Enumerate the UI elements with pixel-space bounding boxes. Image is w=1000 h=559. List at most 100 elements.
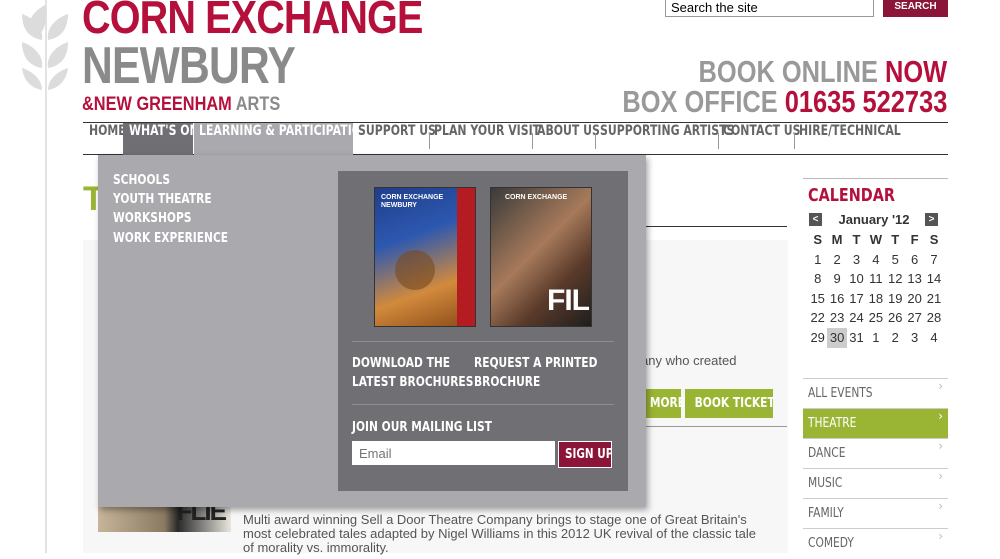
calendar-day[interactable]: 12 (886, 269, 905, 289)
category-all-events[interactable]: ALL EVENTS › (803, 378, 948, 408)
email-field[interactable] (352, 441, 555, 465)
category-label: DANCE (808, 446, 846, 461)
download-line-1: DOWNLOAD THE (352, 356, 451, 371)
calendar-month-label: January '12 (838, 212, 910, 227)
logo-newbury[interactable]: NEWBURY (82, 36, 296, 96)
calendar-day[interactable]: 29 (808, 328, 827, 348)
search-input[interactable] (665, 0, 874, 17)
category-label: ALL EVENTS (808, 386, 873, 401)
wheat-logo-icon (22, 5, 68, 90)
calendar-day[interactable]: 25 (866, 308, 885, 328)
chevron-right-icon: › (938, 379, 943, 393)
calendar-weekday-header: T (891, 232, 900, 247)
calendar-day[interactable]: 28 (924, 308, 943, 328)
box-office-number: 01635 522733 (784, 84, 947, 119)
brochure-tree (395, 250, 435, 290)
mailing-list-heading: JOIN OUR MAILING LIST (352, 420, 492, 435)
nav-hire-technical[interactable]: HIRE/TECHNICAL (795, 123, 905, 155)
logo-greenham-arts[interactable]: &NEW GREENHAM ARTS (82, 94, 280, 116)
brochure-panel: CORN EXCHANGE NEWBURY CORN EXCHANGE FILM… (338, 171, 628, 491)
brochure-b-title: CORN EXCHANGE (505, 194, 568, 201)
chevron-right-icon: › (938, 499, 943, 513)
calendar-day[interactable]: 27 (905, 308, 924, 328)
calendar-day[interactable]: 2 (886, 328, 905, 348)
box-office-phone: BOX OFFICE 01635 522733 (622, 84, 947, 120)
logo-arts: ARTS (231, 94, 281, 115)
calendar-day[interactable]: 13 (905, 269, 924, 289)
calendar-day[interactable]: 17 (847, 289, 866, 309)
dropdown-link-work-experience[interactable]: WORK EXPERIENCE (113, 231, 253, 246)
calendar-day[interactable]: 22 (808, 308, 827, 328)
calendar-day[interactable]: 18 (866, 289, 885, 309)
category-family[interactable]: FAMILY › (803, 498, 948, 528)
dropdown-link-schools[interactable]: SCHOOLS (113, 173, 183, 188)
request-line-2: BROCHURE (474, 375, 541, 390)
category-label: MUSIC (808, 476, 843, 491)
calendar-day[interactable]: 31 (847, 328, 866, 348)
calendar-day[interactable]: 9 (827, 269, 846, 289)
main-nav: HOME WHAT'S ON LEARNING & PARTICIPATION … (83, 123, 948, 155)
calendar-day[interactable]: 6 (905, 250, 924, 270)
calendar-day[interactable]: 8 (808, 269, 827, 289)
calendar-day[interactable]: 1 (866, 328, 885, 348)
logo-amp: & (82, 94, 94, 115)
calendar-day[interactable]: 10 (847, 269, 866, 289)
calendar-day[interactable]: 3 (847, 250, 866, 270)
calendar-day[interactable]: 2 (827, 250, 846, 270)
category-theatre[interactable]: THEATRE › (803, 408, 948, 438)
brochure-cover-film[interactable]: CORN EXCHANGE FILM (490, 187, 592, 327)
calendar-day[interactable]: 4 (866, 250, 885, 270)
calendar-day[interactable]: 1 (808, 250, 827, 270)
calendar-weekday-header: T (852, 232, 861, 247)
sign-up-button[interactable]: SIGN UP (558, 441, 612, 468)
brochure-cover-theatre[interactable]: CORN EXCHANGE NEWBURY (374, 187, 476, 327)
calendar-day[interactable]: 14 (924, 269, 943, 289)
calendar-next-month-button[interactable]: > (925, 213, 938, 226)
calendar-day[interactable]: 11 (866, 269, 885, 289)
calendar-day[interactable]: 3 (905, 328, 924, 348)
dropdown-divider (352, 404, 614, 405)
calendar-grid: S M T W T F S 1 2 3 4 5 6 7 8 9 10 11 12 13 14 15 16 17 18 19 20 21… (808, 230, 944, 348)
request-brochure-link[interactable]: REQUEST A PRINTED BROCHURE (474, 354, 625, 392)
calendar-day[interactable]: 15 (808, 289, 827, 309)
chevron-right-icon: › (938, 469, 943, 483)
nav-learning-participation[interactable]: LEARNING & PARTICIPATION (194, 123, 370, 155)
book-tickets-button[interactable]: BOOK TICKETS (685, 389, 773, 418)
logo-new-greenham: NEW GREENHAM (93, 94, 232, 115)
calendar-top-rule (803, 178, 948, 179)
calendar-day[interactable]: 5 (886, 250, 905, 270)
calendar-week-row: 15 16 17 18 19 20 21 (808, 289, 944, 309)
more-info-button[interactable]: MORE (646, 389, 685, 418)
calendar-weekday-row: SMTWTFS (808, 230, 944, 250)
dropdown-divider (352, 341, 614, 342)
calendar-day[interactable]: 16 (827, 289, 846, 309)
dropdown-link-youth-theatre[interactable]: YOUTH THEATRE (113, 192, 233, 207)
learning-dropdown-menu: SCHOOLS YOUTH THEATRE WORKSHOPS WORK EXP… (98, 155, 646, 507)
calendar-day[interactable]: 19 (886, 289, 905, 309)
nav-whats-on[interactable]: WHAT'S ON (123, 123, 199, 155)
nav-home[interactable]: HOME (83, 123, 126, 155)
nav-support-us[interactable]: SUPPORT US (353, 123, 436, 155)
calendar-prev-month-button[interactable]: < (809, 213, 822, 226)
calendar-day[interactable]: 30 (827, 327, 847, 348)
category-music[interactable]: MUSIC › (803, 468, 948, 498)
nav-contact-us[interactable]: CONTACT US (719, 123, 800, 155)
calendar-day[interactable]: 23 (827, 308, 846, 328)
box-office-label: BOX OFFICE (621, 84, 785, 119)
request-line-1: REQUEST A PRINTED (474, 356, 598, 371)
calendar-day[interactable]: 26 (886, 308, 905, 328)
calendar-day[interactable]: 7 (924, 250, 943, 270)
nav-plan-your-visit[interactable]: PLAN YOUR VISIT (430, 123, 540, 155)
calendar-week-row: 1234567 (808, 250, 944, 270)
category-dance[interactable]: DANCE › (803, 438, 948, 468)
calendar-day[interactable]: 21 (924, 289, 943, 309)
category-comedy[interactable]: COMEDY › (803, 528, 948, 558)
nav-supporting-artists[interactable]: SUPPORTING ARTISTS (596, 123, 734, 155)
event-rule (646, 426, 787, 427)
nav-about-us[interactable]: ABOUT US (533, 123, 600, 155)
dropdown-link-workshops[interactable]: WORKSHOPS (113, 211, 209, 226)
search-button[interactable]: SEARCH (883, 0, 948, 17)
calendar-day[interactable]: 20 (905, 289, 924, 309)
calendar-day[interactable]: 24 (847, 308, 866, 328)
calendar-day[interactable]: 4 (924, 328, 943, 348)
